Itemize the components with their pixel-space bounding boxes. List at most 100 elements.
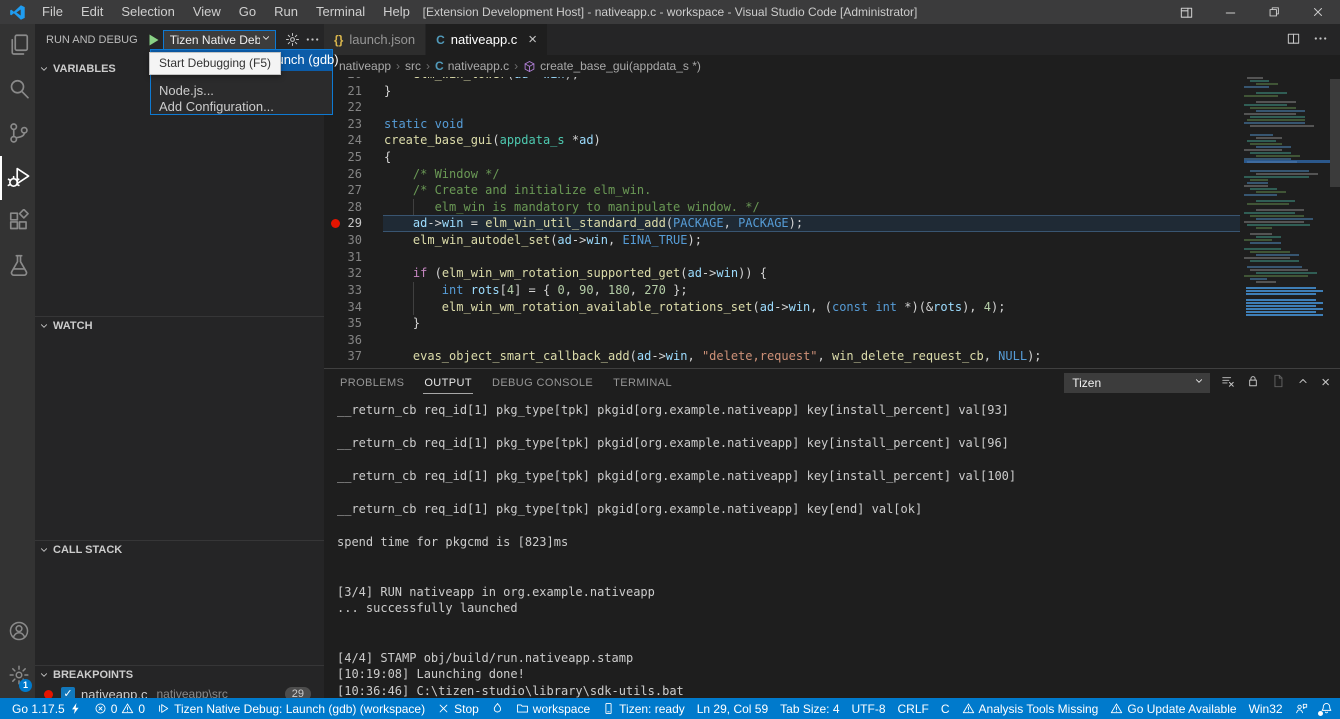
status-feedback[interactable]: [1289, 698, 1314, 719]
gutter[interactable]: 35: [324, 315, 384, 332]
breadcrumb-item-symbol[interactable]: create_base_gui(appdata_s *): [523, 59, 701, 73]
close-icon[interactable]: [1296, 0, 1340, 24]
more-actions-icon[interactable]: [1313, 31, 1328, 49]
menu-view[interactable]: View: [184, 0, 230, 24]
tab-launch-json[interactable]: {} launch.json: [324, 24, 426, 55]
status-debug-session[interactable]: Tizen Native Debug: Launch (gdb) (worksp…: [151, 698, 431, 719]
code-line-31[interactable]: 31: [324, 249, 1240, 266]
code-line-34[interactable]: 34 elm_win_wm_rotation_available_rotatio…: [324, 299, 1240, 316]
output-channel-dropdown[interactable]: Tizen: [1064, 373, 1210, 393]
status-language-mode[interactable]: C: [935, 698, 956, 719]
section-breakpoints[interactable]: BREAKPOINTS: [35, 665, 324, 684]
menu-help[interactable]: Help: [374, 0, 419, 24]
start-debugging-button[interactable]: [145, 31, 161, 49]
status-eol[interactable]: CRLF: [892, 698, 935, 719]
code-line-24[interactable]: 24create_base_gui(appdata_s *ad): [324, 132, 1240, 149]
gutter[interactable]: 26: [324, 166, 384, 183]
status-tizen-status[interactable]: Tizen: ready: [596, 698, 691, 719]
activity-accounts[interactable]: [0, 610, 35, 654]
code-line-27[interactable]: 27 /* Create and initialize elm_win.: [324, 182, 1240, 199]
gutter[interactable]: 22: [324, 99, 384, 116]
gutter[interactable]: 29: [324, 215, 384, 232]
dropdown-option-add-configuration[interactable]: Add Configuration...: [151, 99, 332, 115]
activity-testing[interactable]: [0, 244, 35, 288]
status-analysis-tools-warning[interactable]: Analysis Tools Missing: [956, 698, 1105, 719]
code-editor[interactable]: 20 elm_win_lower(ad->win);21}2223static …: [324, 77, 1340, 368]
code-line-28[interactable]: 28 elm_win is mandatory to manipulate wi…: [324, 199, 1240, 216]
gutter[interactable]: 28: [324, 199, 384, 216]
code-line-36[interactable]: 36: [324, 332, 1240, 349]
code-line-33[interactable]: 33 int rots[4] = { 0, 90, 180, 270 };: [324, 282, 1240, 299]
status-tab-size[interactable]: Tab Size: 4: [774, 698, 845, 719]
menu-go[interactable]: Go: [230, 0, 265, 24]
code-line-37[interactable]: 37 evas_object_smart_callback_add(ad->wi…: [324, 348, 1240, 365]
gutter[interactable]: 37: [324, 348, 384, 365]
code-line-23[interactable]: 23static void: [324, 116, 1240, 133]
activity-explorer[interactable]: [0, 24, 35, 68]
close-panel-icon[interactable]: ×: [1321, 374, 1330, 391]
gutter[interactable]: 33: [324, 282, 384, 299]
gutter[interactable]: 30: [324, 232, 384, 249]
section-watch[interactable]: WATCH: [35, 316, 324, 335]
close-tab-icon[interactable]: ×: [528, 32, 537, 47]
status-workspace-folder[interactable]: workspace: [510, 698, 596, 719]
editor-scrollbar[interactable]: [1330, 77, 1340, 368]
maximize-panel-icon[interactable]: [1296, 374, 1310, 391]
status-notifications[interactable]: [1314, 698, 1339, 719]
activity-extensions[interactable]: [0, 200, 35, 244]
gutter[interactable]: 25: [324, 149, 384, 166]
dropdown-option-nodejs[interactable]: Node.js...: [151, 83, 332, 99]
code-line-26[interactable]: 26 /* Window */: [324, 166, 1240, 183]
menu-selection[interactable]: Selection: [112, 0, 183, 24]
section-call-stack[interactable]: CALL STACK: [35, 540, 324, 559]
menu-file[interactable]: File: [33, 0, 72, 24]
debug-settings-gear-icon[interactable]: [283, 29, 302, 51]
status-problems[interactable]: 00: [88, 698, 151, 719]
breadcrumb-item[interactable]: src: [405, 59, 421, 73]
restore-icon[interactable]: [1252, 0, 1296, 24]
open-log-file-icon[interactable]: [1271, 374, 1285, 391]
tab-nativeapp-c[interactable]: C nativeapp.c ×: [426, 24, 547, 55]
gutter[interactable]: 31: [324, 249, 384, 266]
code-line-29[interactable]: 29 ad->win = elm_win_util_standard_add(P…: [324, 215, 1240, 232]
activity-settings[interactable]: 1: [0, 654, 35, 698]
code-line-30[interactable]: 30 elm_win_autodel_set(ad->win, EINA_TRU…: [324, 232, 1240, 249]
activity-search[interactable]: [0, 68, 35, 112]
clear-output-icon[interactable]: [1221, 374, 1235, 391]
status-flame-indicator[interactable]: [485, 698, 510, 719]
output-content[interactable]: __return_cb req_id[1] pkg_type[tpk] pkgi…: [324, 396, 1340, 698]
code-line-22[interactable]: 22: [324, 99, 1240, 116]
gutter[interactable]: 24: [324, 132, 384, 149]
gutter[interactable]: 21: [324, 83, 384, 100]
activity-run-and-debug[interactable]: [0, 156, 35, 200]
status-stop-button[interactable]: Stop: [431, 698, 485, 719]
tab-terminal[interactable]: TERMINAL: [612, 372, 673, 394]
code-line-35[interactable]: 35 }: [324, 315, 1240, 332]
split-editor-icon[interactable]: [1286, 31, 1301, 49]
code-line-25[interactable]: 25{: [324, 149, 1240, 166]
gutter[interactable]: 27: [324, 182, 384, 199]
gutter[interactable]: 34: [324, 299, 384, 316]
more-actions-icon[interactable]: [303, 29, 322, 51]
lock-scroll-icon[interactable]: [1246, 374, 1260, 391]
code-line-21[interactable]: 21}: [324, 83, 1240, 100]
activity-source-control[interactable]: [0, 112, 35, 156]
menu-edit[interactable]: Edit: [72, 0, 112, 24]
status-encoding[interactable]: UTF-8: [846, 698, 892, 719]
status-go-version[interactable]: Go 1.17.5: [6, 698, 88, 719]
status-go-update-warning[interactable]: Go Update Available: [1104, 698, 1242, 719]
menu-terminal[interactable]: Terminal: [307, 0, 374, 24]
gutter[interactable]: 23: [324, 116, 384, 133]
gutter[interactable]: 36: [324, 332, 384, 349]
tab-output[interactable]: OUTPUT: [423, 372, 473, 394]
code-line-32[interactable]: 32 if (elm_win_wm_rotation_supported_get…: [324, 265, 1240, 282]
tab-problems[interactable]: PROBLEMS: [339, 372, 405, 394]
status-cursor-position[interactable]: Ln 29, Col 59: [691, 698, 774, 719]
breadcrumb-item[interactable]: C nativeapp.c: [435, 59, 509, 73]
tab-debug-console[interactable]: DEBUG CONSOLE: [491, 372, 594, 394]
debug-config-dropdown[interactable]: Tizen Native Debu: [163, 30, 276, 50]
minimap[interactable]: [1244, 77, 1330, 327]
gutter[interactable]: 32: [324, 265, 384, 282]
status-platform[interactable]: Win32: [1243, 698, 1289, 719]
menu-run[interactable]: Run: [265, 0, 307, 24]
